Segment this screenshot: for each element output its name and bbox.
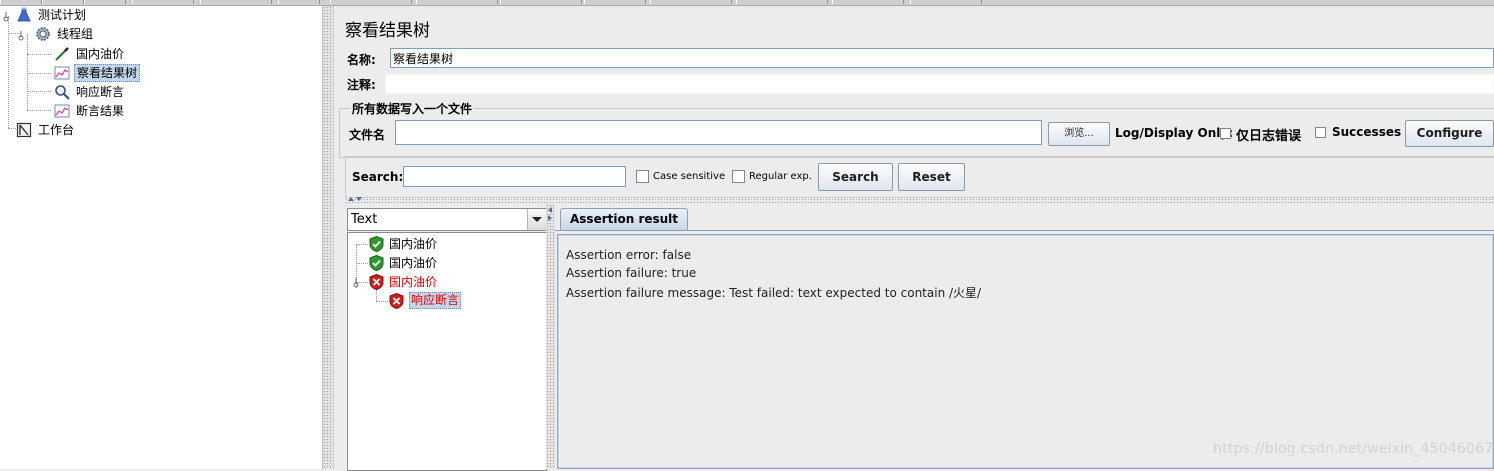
search-input[interactable] [403, 166, 626, 187]
result-sample-label: 国内油价 [389, 237, 438, 251]
results-tree-panel: 察看结果树 名称: 察看结果树 注释: 所有数据写入一个文件 文件名 浏览...… [333, 6, 1494, 471]
collapse-handle-icon[interactable] [351, 278, 361, 288]
fail-shield-icon [369, 274, 384, 290]
write-results-group-title: 所有数据写入一个文件 [350, 100, 475, 117]
panel-title: 察看结果树 [345, 21, 430, 41]
successes-checkbox[interactable] [1315, 127, 1326, 138]
chart-icon [54, 104, 70, 118]
renderer-select-value: Text [351, 212, 378, 227]
result-sample-label: 国内油价 [389, 256, 438, 270]
split-divider[interactable] [345, 198, 1494, 204]
filename-label: 文件名 [349, 128, 386, 142]
collapse-handle-icon[interactable] [16, 31, 26, 41]
browse-button[interactable]: 浏览... [1048, 122, 1110, 146]
toolbar-button[interactable] [84, 0, 126, 4]
toolbar-button[interactable] [650, 0, 732, 4]
watermark: https://blog.csdn.net/weixin_45046067 [1213, 441, 1494, 457]
split-arrows-icon[interactable] [347, 196, 371, 203]
tab-assertion-result[interactable]: Assertion result [560, 208, 689, 230]
filename-input[interactable] [395, 120, 1042, 145]
assertion-result-pane: Assertion error: false Assertion failure… [557, 234, 1494, 469]
tree-node-label: 线程组 [57, 27, 94, 41]
toolbar-button[interactable] [330, 0, 412, 4]
split-arrows-icon[interactable] [547, 206, 554, 230]
tree-node-label: 测试计划 [38, 8, 87, 22]
toolbar-button[interactable] [0, 0, 42, 4]
pass-shield-icon [369, 255, 384, 271]
tree-node-label: 响应断言 [76, 85, 125, 99]
workbench-icon [16, 122, 32, 138]
assertion-message-line: Assertion failure message: Test failed: … [566, 286, 982, 300]
name-field[interactable]: 察看结果树 [390, 48, 1494, 68]
name-label: 名称: [347, 53, 376, 67]
toolbar-button[interactable] [736, 0, 828, 4]
toolbar-button[interactable] [416, 0, 498, 4]
result-sample-label: 响应断言 [409, 292, 462, 309]
errors-only-checkbox[interactable] [1220, 128, 1231, 139]
regex-checkbox[interactable] [732, 170, 745, 183]
test-plan-tree: 测试计划 线程组 国内油价 察看结果树 响应断言 断言结果 工作台 [0, 6, 322, 469]
toolbar-button[interactable] [832, 0, 904, 4]
log-display-label: Log/Display Only: [1115, 126, 1233, 140]
collapse-handle-icon[interactable] [1, 12, 11, 22]
toolbar-button[interactable] [584, 0, 646, 4]
chevron-down-icon[interactable] [527, 209, 546, 230]
chart-icon [54, 66, 70, 80]
pipette-icon [55, 47, 69, 61]
renderer-select[interactable]: Text [347, 208, 547, 231]
reset-button[interactable]: Reset [898, 163, 965, 191]
toolbar-button[interactable] [132, 0, 194, 4]
errors-only-label: 仅日志错误 [1236, 129, 1302, 144]
fail-shield-icon [389, 293, 404, 309]
tree-node-label: 国内油价 [76, 47, 125, 61]
comment-label: 注释: [347, 78, 376, 92]
search-label: Search: [352, 170, 404, 184]
pass-shield-icon [369, 236, 384, 252]
tree-node-label: 工作台 [38, 123, 75, 137]
case-sensitive-checkbox[interactable] [636, 170, 649, 183]
tab-strip [555, 230, 1494, 231]
flask-icon [17, 7, 31, 22]
assertion-failure-line: Assertion failure: true [566, 266, 697, 280]
successes-label: Successes [1332, 125, 1402, 139]
gear-icon [36, 27, 50, 41]
assertion-error-line: Assertion error: false [566, 248, 692, 262]
toolbar-button[interactable] [200, 0, 272, 4]
results-splitter[interactable] [546, 204, 555, 469]
toolbar-button[interactable] [278, 0, 320, 4]
tree-node-label: 察看结果树 [74, 64, 141, 82]
result-sample-tree: 国内油价 国内油价 国内油价 响应断言 [347, 232, 547, 471]
result-sample-label: 国内油价 [389, 275, 438, 289]
case-sensitive-label: Case sensitive [653, 171, 726, 182]
comment-field[interactable] [385, 74, 1494, 94]
configure-button[interactable]: Configure [1405, 120, 1494, 147]
tree-node-label: 断言结果 [76, 104, 125, 118]
toolbar-button[interactable] [500, 0, 582, 4]
magnifier-icon [55, 85, 70, 100]
search-button[interactable]: Search [818, 163, 893, 191]
toolbar-button[interactable] [42, 0, 84, 4]
toolbar-button[interactable] [910, 0, 982, 4]
regex-label: Regular exp. [749, 171, 812, 182]
